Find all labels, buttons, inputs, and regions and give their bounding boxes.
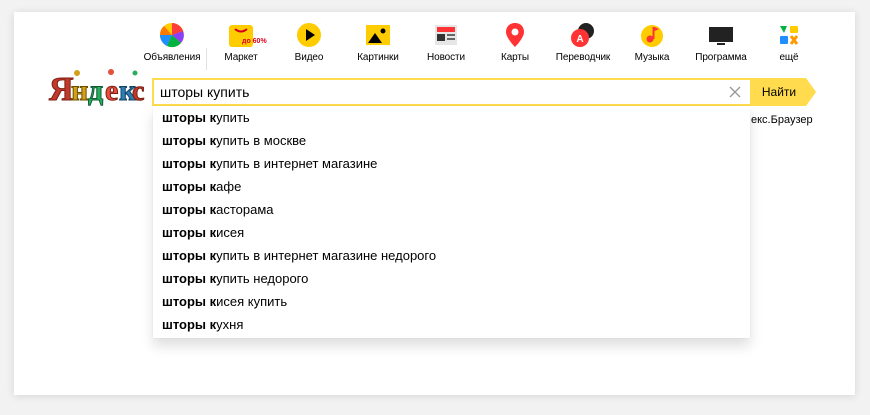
svg-text:с: с	[132, 76, 144, 107]
service-label: Переводчик	[555, 52, 611, 63]
classifieds-icon	[159, 23, 184, 48]
suggest-match: шторы к	[162, 202, 217, 217]
search-button-label: Найти	[761, 85, 797, 99]
suggest-completion: афе	[216, 179, 242, 194]
suggest-item[interactable]: шторы купить недорого	[162, 267, 308, 290]
suggest-item[interactable]: шторы купить	[162, 106, 250, 129]
svg-text:A: A	[576, 34, 583, 45]
search-input[interactable]	[160, 80, 720, 104]
suggest-match: шторы к	[162, 294, 217, 309]
service-translator[interactable]: A Переводчик	[543, 22, 623, 63]
market-badge: до 60%	[242, 38, 267, 45]
suggest-match: шторы к	[162, 179, 217, 194]
search-box	[152, 78, 750, 106]
yandex-logo[interactable]: Я н д е к с	[47, 67, 145, 109]
service-video[interactable]: Видео	[269, 22, 349, 63]
suggest-item[interactable]: шторы купить в интернет магазине	[162, 152, 377, 175]
browser-promo-link[interactable]: екс.Браузер	[751, 114, 813, 126]
services-bar: Объявления до 60% Маркет Видео Картинки	[0, 22, 870, 70]
suggest-match: шторы к	[162, 248, 217, 263]
suggest-completion: исея купить	[216, 294, 288, 309]
suggest-completion: ухня	[216, 317, 244, 332]
service-label: Объявления	[143, 52, 201, 63]
service-label: ещё	[779, 52, 799, 63]
suggest-completion: упить	[216, 110, 250, 125]
suggest-match: шторы к	[162, 156, 217, 171]
svg-text:Я: Я	[49, 71, 74, 108]
suggest-item[interactable]: шторы кухня	[162, 313, 243, 336]
suggest-item[interactable]: шторы купить в москве	[162, 129, 306, 152]
maps-pin-icon	[506, 23, 524, 47]
suggest-item[interactable]: шторы кисея	[162, 221, 244, 244]
more-services-icon	[780, 26, 799, 45]
suggest-match: шторы к	[162, 271, 217, 286]
service-music[interactable]: Музыка	[612, 22, 692, 63]
suggest-completion: упить в интернет магазине	[216, 156, 378, 171]
search-button[interactable]: Найти	[750, 78, 816, 106]
translator-icon: A	[571, 23, 594, 47]
suggest-item[interactable]: шторы касторама	[162, 198, 274, 221]
service-label: Музыка	[634, 52, 670, 63]
suggest-completion: упить недорого	[216, 271, 309, 286]
service-label: Новости	[426, 52, 465, 63]
suggest-completion: упить в москве	[216, 133, 307, 148]
suggest-dropdown: шторы купить шторы купить в москве шторы…	[153, 106, 750, 338]
suggest-completion: асторама	[216, 202, 274, 217]
service-classifieds[interactable]: Объявления	[132, 22, 212, 63]
suggest-completion: упить в интернет магазине недорого	[216, 248, 437, 263]
music-icon	[641, 25, 663, 47]
news-icon	[435, 25, 457, 45]
svg-text:н: н	[71, 74, 88, 107]
svg-text:д: д	[88, 74, 103, 107]
video-play-icon	[297, 23, 321, 47]
suggest-match: шторы к	[162, 110, 217, 125]
service-more[interactable]: ещё	[749, 22, 829, 63]
suggest-match: шторы к	[162, 225, 217, 240]
suggest-item[interactable]: шторы купить в интернет магазине недорог…	[162, 244, 436, 267]
suggest-item[interactable]: шторы кисея купить	[162, 290, 287, 313]
images-icon	[366, 25, 390, 45]
suggest-item[interactable]: шторы кафе	[162, 175, 241, 198]
suggest-completion: исея	[216, 225, 245, 240]
clear-icon[interactable]	[726, 83, 744, 101]
suggest-match: шторы к	[162, 133, 217, 148]
svg-text:е: е	[105, 74, 118, 107]
service-label: Видео	[294, 52, 324, 63]
suggest-match: шторы к	[162, 317, 217, 332]
service-news[interactable]: Новости	[406, 22, 486, 63]
tv-program-icon	[709, 27, 733, 45]
